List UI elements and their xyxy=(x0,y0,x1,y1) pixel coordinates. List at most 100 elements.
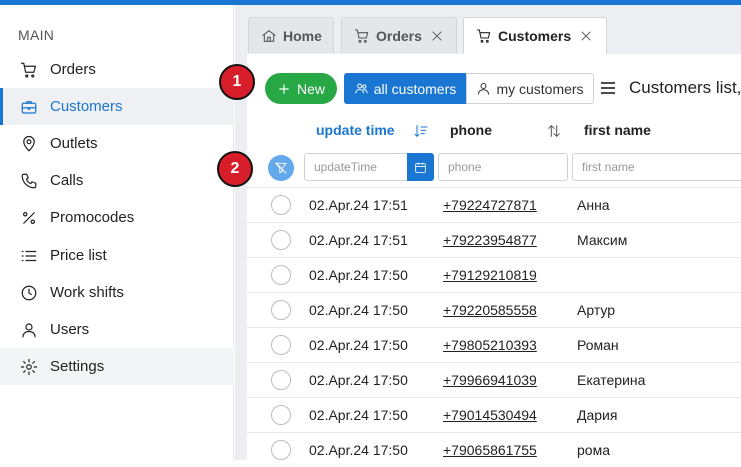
sort-both-icon[interactable] xyxy=(546,123,562,139)
row-select-radio[interactable] xyxy=(271,370,291,390)
column-header-update-time[interactable]: update time xyxy=(316,122,395,138)
tab-label: Orders xyxy=(376,27,422,44)
plus-icon xyxy=(279,83,289,94)
user-icon xyxy=(478,83,490,95)
phone-icon xyxy=(20,172,38,190)
clear-filter-button[interactable] xyxy=(268,155,294,181)
cell-phone-link[interactable]: +79129210819 xyxy=(443,267,537,283)
tab-orders[interactable]: Orders xyxy=(341,17,457,53)
row-select-radio[interactable] xyxy=(271,265,291,285)
list-icon xyxy=(20,247,38,265)
sidebar-item-label: Orders xyxy=(50,61,96,78)
sidebar-item-label: Calls xyxy=(50,172,84,189)
table-row[interactable]: 02.Apr.24 17:50 +79966941039 Екатерина xyxy=(247,362,741,397)
cell-first-name: Анна xyxy=(577,197,610,213)
row-select-radio[interactable] xyxy=(271,405,291,425)
table-row[interactable]: 02.Apr.24 17:50 +79014530494 Дария xyxy=(247,397,741,432)
cell-first-name: рома xyxy=(577,442,610,458)
list-title: Customers list, xyxy=(629,78,741,97)
sidebar-heading: MAIN xyxy=(18,27,55,43)
annotation-badge-1: 1 xyxy=(219,64,255,100)
cell-update-time: 02.Apr.24 17:51 xyxy=(309,232,408,248)
calendar-button[interactable] xyxy=(407,153,434,181)
calendar-icon xyxy=(415,162,426,173)
column-header-phone[interactable]: phone xyxy=(450,122,492,138)
sidebar-item-label: Customers xyxy=(50,98,123,115)
table-row[interactable]: 02.Apr.24 17:51 +79223954877 Максим xyxy=(247,222,741,257)
cell-update-time: 02.Apr.24 17:50 xyxy=(309,372,408,388)
row-select-radio[interactable] xyxy=(271,335,291,355)
cell-phone-link[interactable]: +79224727871 xyxy=(443,197,537,213)
first-name-filter-input[interactable] xyxy=(572,153,741,181)
users-icon xyxy=(355,83,368,94)
percent-icon xyxy=(20,209,38,227)
cell-phone-link[interactable]: +79966941039 xyxy=(443,372,537,388)
sidebar-item-price-list[interactable]: Price list xyxy=(0,237,234,274)
cell-first-name: Екатерина xyxy=(577,372,646,388)
row-select-radio[interactable] xyxy=(271,230,291,250)
all-customers-toggle[interactable]: all customers xyxy=(344,73,466,104)
row-select-radio[interactable] xyxy=(271,300,291,320)
cart-icon xyxy=(20,61,38,79)
row-select-radio[interactable] xyxy=(271,440,291,460)
sidebar-item-outlets[interactable]: Outlets xyxy=(0,125,234,162)
cell-phone-link[interactable]: +79014530494 xyxy=(443,407,537,423)
sidebar-item-users[interactable]: Users xyxy=(0,311,234,348)
sidebar-item-label: Price list xyxy=(50,247,107,264)
tab-customers[interactable]: Customers xyxy=(463,17,607,54)
table-row[interactable]: 02.Apr.24 17:50 +79129210819 xyxy=(247,257,741,292)
cell-update-time: 02.Apr.24 17:50 xyxy=(309,337,408,353)
cell-update-time: 02.Apr.24 17:50 xyxy=(309,267,408,283)
cart-icon xyxy=(354,28,370,44)
cell-update-time: 02.Apr.24 17:51 xyxy=(309,197,408,213)
close-icon[interactable] xyxy=(430,29,444,43)
my-customers-toggle[interactable]: my customers xyxy=(466,73,594,104)
menu-icon[interactable] xyxy=(600,81,616,95)
cell-update-time: 02.Apr.24 17:50 xyxy=(309,302,408,318)
tab-label: Customers xyxy=(498,28,572,44)
map-pin-icon xyxy=(20,135,38,153)
sort-desc-icon[interactable] xyxy=(413,123,429,139)
table-row[interactable]: 02.Apr.24 17:50 +79220585558 Артур xyxy=(247,292,741,327)
close-icon[interactable] xyxy=(579,29,593,43)
cell-first-name: Дария xyxy=(577,407,618,423)
tab-home[interactable]: Home xyxy=(248,17,334,53)
new-button-label: New xyxy=(296,80,325,97)
new-button[interactable]: New xyxy=(265,73,337,104)
sidebar-item-settings[interactable]: Settings xyxy=(0,348,234,385)
cell-first-name: Артур xyxy=(577,302,616,318)
sidebar-item-calls[interactable]: Calls xyxy=(0,162,234,199)
annotation-badge-2: 2 xyxy=(217,151,253,187)
home-icon xyxy=(261,28,277,44)
clock-icon xyxy=(20,284,38,302)
cell-first-name: Роман xyxy=(577,337,619,353)
customers-panel: 1 New all customers my customers Custome… xyxy=(217,54,741,460)
column-header-first-name[interactable]: first name xyxy=(584,122,651,138)
sidebar-item-promocodes[interactable]: Promocodes xyxy=(0,199,234,236)
cell-phone-link[interactable]: +79805210393 xyxy=(443,337,537,353)
table-row[interactable]: 02.Apr.24 17:50 +79805210393 Роман xyxy=(247,327,741,362)
sidebar-item-customers[interactable]: Customers xyxy=(0,88,234,125)
sidebar: MAIN Orders Customers Outlets Calls Prom… xyxy=(0,5,234,460)
user-icon xyxy=(20,321,38,339)
update-time-filter-input[interactable] xyxy=(304,153,408,181)
cell-phone-link[interactable]: +79065861755 xyxy=(443,442,537,458)
cell-phone-link[interactable]: +79223954877 xyxy=(443,232,537,248)
gear-icon xyxy=(20,358,38,376)
sidebar-item-work-shifts[interactable]: Work shifts xyxy=(0,274,234,311)
briefcase-icon xyxy=(20,98,38,116)
cell-update-time: 02.Apr.24 17:50 xyxy=(309,442,408,458)
my-customers-label: my customers xyxy=(496,80,584,97)
main-area: Home Orders Customers 1 New all customer… xyxy=(217,5,741,460)
cart-icon xyxy=(476,28,492,44)
filter-off-icon xyxy=(275,162,287,174)
phone-filter-input[interactable] xyxy=(438,153,568,181)
table-row[interactable]: 02.Apr.24 17:50 +79065861755 рома xyxy=(247,432,741,467)
cell-phone-link[interactable]: +79220585558 xyxy=(443,302,537,318)
sidebar-item-label: Promocodes xyxy=(50,209,135,226)
tab-label: Home xyxy=(283,27,322,44)
cell-update-time: 02.Apr.24 17:50 xyxy=(309,407,408,423)
sidebar-item-orders[interactable]: Orders xyxy=(0,51,234,88)
row-select-radio[interactable] xyxy=(271,195,291,215)
table-row[interactable]: 02.Apr.24 17:51 +79224727871 Анна xyxy=(247,187,741,222)
